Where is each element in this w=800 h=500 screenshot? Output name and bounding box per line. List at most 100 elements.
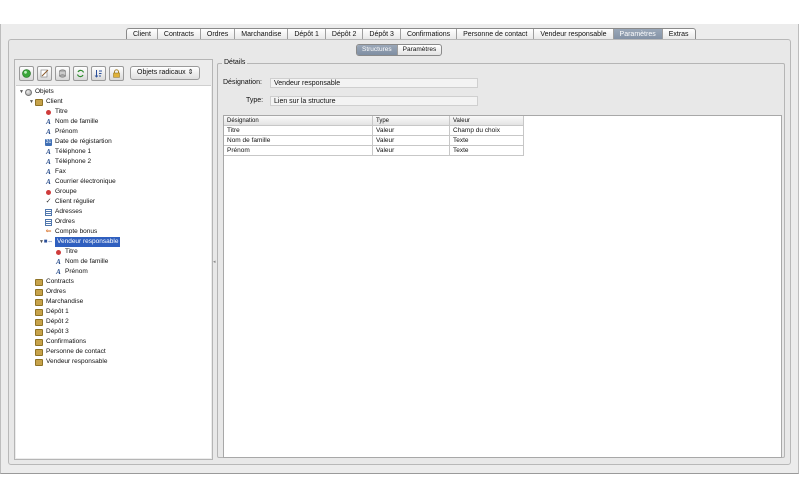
tree-item[interactable]: ▼ ■⇔ Vendeur responsable: [38, 237, 121, 247]
tree-item[interactable]: 31 Date de régistartion: [38, 137, 112, 147]
sub-tab-bar: Structures Paramètres: [356, 44, 443, 56]
tree-item-label: Compte bonus: [55, 228, 98, 235]
tree-item-label: Groupe: [55, 188, 77, 195]
tree-item-label: Personne de contact: [46, 348, 106, 355]
tree-item[interactable]: A Téléphone 2: [38, 157, 91, 167]
table-cell[interactable]: Texte: [450, 146, 524, 156]
tree-item[interactable]: ⇐ Compte bonus: [38, 227, 98, 237]
subtab-structures[interactable]: Structures: [357, 45, 398, 55]
folder-icon: [35, 298, 43, 306]
folder-icon: [35, 98, 43, 106]
type-label: Type:: [246, 97, 264, 104]
tree-item-label: Vendeur responsable: [46, 358, 108, 365]
text-field-icon: A: [46, 118, 51, 126]
table-cell[interactable]: Nom de famille: [224, 136, 373, 146]
tree-item[interactable]: Contracts: [28, 277, 74, 287]
disclosure-triangle-icon[interactable]: ▼: [18, 87, 25, 97]
tree-item-label: Courrier électronique: [55, 178, 116, 185]
sort-icon[interactable]: [91, 65, 106, 81]
tree-item[interactable]: ▼ Objets: [18, 87, 54, 97]
list-icon: [45, 208, 52, 216]
table-cell[interactable]: Texte: [450, 136, 524, 146]
database-icon[interactable]: [55, 65, 70, 81]
disclosure-triangle-icon[interactable]: ▼: [28, 97, 35, 107]
tree-item[interactable]: Groupe: [38, 187, 77, 197]
details-fieldset: Détails Désignation: Vendeur responsable…: [217, 59, 785, 458]
tree-item[interactable]: Dépôt 3: [28, 327, 69, 337]
details-panel: Détails Désignation: Vendeur responsable…: [217, 59, 787, 460]
text-field-icon: A: [56, 258, 61, 266]
tree-item[interactable]: A Prénom: [48, 267, 88, 277]
tree-item[interactable]: Ordres: [28, 287, 66, 297]
tree-item[interactable]: Confirmations: [28, 337, 86, 347]
tree-item[interactable]: ✓ Client régulier: [38, 197, 96, 207]
tree-item-label: Client: [46, 98, 63, 105]
tree-item-label: Dépôt 3: [46, 328, 69, 335]
refresh-icon[interactable]: [73, 65, 88, 81]
tree-item-label: Titre: [55, 108, 68, 115]
tree-item-label: Prénom: [55, 128, 78, 135]
structure-tree[interactable]: ▼ Objets ▼ Client Titre A Nom de famille A Préno…: [16, 85, 211, 458]
designation-label: Désignation:: [223, 79, 262, 86]
tree-item[interactable]: Titre: [38, 107, 68, 117]
tree-item[interactable]: A Courrier électronique: [38, 177, 116, 187]
subtab-param-tres[interactable]: Paramètres: [398, 45, 442, 55]
tree-item[interactable]: A Nom de famille: [48, 257, 108, 267]
tree-item[interactable]: Dépôt 1: [28, 307, 69, 317]
tree-item-label: Date de régistartion: [55, 138, 112, 145]
folder-icon: [35, 318, 43, 326]
tree-item[interactable]: Dépôt 2: [28, 317, 69, 327]
text-field-icon: A: [46, 158, 51, 166]
root-objects-select[interactable]: Objets radicaux ⇕: [130, 66, 201, 80]
tree-item-label: Client régulier: [55, 198, 96, 205]
folder-icon: [35, 348, 43, 356]
structure-tree-panel: Objets radicaux ⇕ ▼ Objets ▼ Client Titre A No…: [14, 59, 213, 460]
tree-item-label: Objets: [35, 88, 54, 95]
tree-item[interactable]: Personne de contact: [28, 347, 106, 357]
tree-item[interactable]: A Prénom: [38, 127, 78, 137]
list-icon: [45, 218, 52, 226]
select-value: Objets radicaux: [137, 69, 186, 76]
folder-icon: [35, 288, 43, 296]
select-arrows-icon: ⇕: [187, 69, 194, 76]
choice-field-icon: [46, 189, 51, 195]
table-cell[interactable]: Valeur: [373, 146, 450, 156]
tree-item-label: Marchandise: [46, 298, 84, 305]
tree-item[interactable]: ▼ Client: [28, 97, 63, 107]
tree-item-label: Titre: [65, 248, 78, 255]
choice-field-icon: [46, 109, 51, 115]
column-header[interactable]: Type: [373, 116, 450, 126]
add-green-icon[interactable]: [19, 65, 34, 81]
calendar-icon: 31: [45, 138, 52, 146]
designation-field[interactable]: Vendeur responsable: [270, 78, 478, 88]
tree-item-label: Téléphone 2: [55, 158, 92, 165]
text-field-icon: A: [46, 148, 51, 156]
edit-document-icon[interactable]: [37, 65, 52, 81]
lock-icon[interactable]: [109, 65, 124, 81]
bonus-icon: ⇐: [45, 228, 52, 235]
tree-item[interactable]: Vendeur responsable: [28, 357, 107, 367]
table-cell[interactable]: Prénom: [224, 146, 373, 156]
folder-icon: [35, 338, 43, 346]
tree-item[interactable]: A Téléphone 1: [38, 147, 91, 157]
text-field-icon: A: [46, 168, 51, 176]
table-cell[interactable]: Valeur: [373, 126, 450, 136]
type-field[interactable]: Lien sur la structure: [270, 96, 478, 106]
table-cell[interactable]: Titre: [224, 126, 373, 136]
tree-item[interactable]: Titre: [48, 247, 78, 257]
tree-toolbar: Objets radicaux ⇕: [19, 65, 201, 81]
tree-item[interactable]: Adresses: [38, 207, 82, 217]
table-cell[interactable]: Valeur: [373, 136, 450, 146]
tree-item-label: Ordres: [46, 288, 66, 295]
tree-item-label: Téléphone 1: [55, 148, 92, 155]
folder-icon: [35, 328, 43, 336]
column-header[interactable]: Désignation: [224, 116, 373, 126]
tree-item[interactable]: Marchandise: [28, 297, 83, 307]
tree-item-label: Vendeur responsable: [55, 237, 121, 247]
table-cell[interactable]: Champ du choix: [450, 126, 524, 136]
tree-item[interactable]: Ordres: [38, 217, 75, 227]
tree-item-label: Dépôt 1: [46, 308, 69, 315]
column-header[interactable]: Valeur: [450, 116, 524, 126]
tree-item[interactable]: A Fax: [38, 167, 66, 177]
tree-item[interactable]: A Nom de famille: [38, 117, 98, 127]
